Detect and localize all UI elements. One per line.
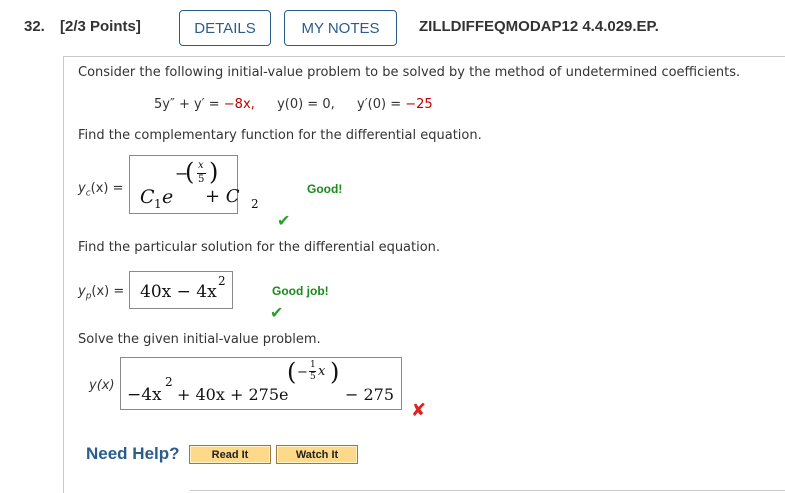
points-label: [2/3 Points] [60,18,141,35]
part3-prompt: Solve the given initial-value problem. [78,332,321,347]
equation-lhs: 5y″ + y′ = [154,97,224,112]
problem-intro: Consider the following initial-value pro… [78,65,741,80]
part2-prompt: Find the particular solution for the dif… [78,240,441,255]
content-left-border [63,56,64,493]
part1-prompt: Find the complementary function for the … [78,128,482,143]
equation-rhs: −8x, [223,97,255,112]
need-help-label: Need Help? [86,444,180,463]
problem-equation: 5y″ + y′ = −8x, y(0) = 0, y′(0) = −25 [154,97,433,112]
check-icon: ✔ [270,303,284,322]
part1-feedback: Good! [307,182,343,196]
part1-label: yc(x) = [78,181,124,199]
part2-label: yp(x) = [78,284,125,302]
watch-it-button[interactable]: Watch It [276,445,358,464]
initial-condition-2-value: −25 [405,97,433,112]
my-notes-button[interactable]: MY NOTES [284,10,397,46]
check-icon: ✔ [277,211,291,230]
question-header: 32. [2/3 Points] DETAILS MY NOTES ZILLDI… [0,0,785,56]
details-button[interactable]: DETAILS [179,10,271,46]
content-top-border [63,56,785,57]
particular-solution-answer[interactable]: 40x − 4x 2 [129,271,233,309]
initial-condition-2-lhs: y′(0) = [357,97,406,112]
part2-feedback: Good job! [272,284,329,298]
content-bottom-border [190,490,785,491]
question-number: 32. [24,18,45,35]
complementary-function-answer[interactable]: C 1 e − ( x 5 ) + C 2 [129,155,259,214]
initial-condition-1: y(0) = 0, [277,97,335,112]
incorrect-x-icon: ✘ [411,400,427,421]
question-id: ZILLDIFFEQMODAP12 4.4.029.EP. [419,18,659,35]
ivp-solution-answer[interactable]: −4x 2 + 40x + 275e ( − 1 5 x ) − 275 [120,357,402,410]
read-it-button[interactable]: Read It [189,445,271,464]
